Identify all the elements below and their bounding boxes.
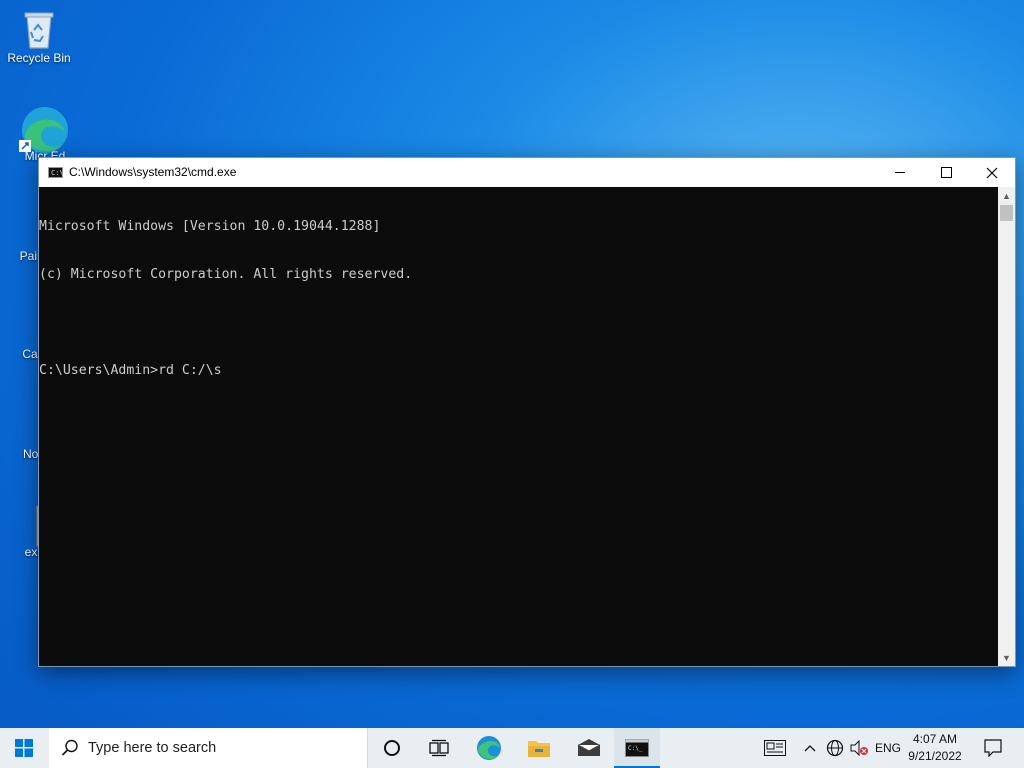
scroll-up-icon[interactable]: ▲ xyxy=(998,187,1015,204)
edge-icon[interactable] xyxy=(466,728,512,768)
cmd-taskbar-icon[interactable]: C:\_ xyxy=(614,728,660,768)
network-icon[interactable] xyxy=(824,728,846,768)
clock-time: 4:07 AM xyxy=(912,732,958,746)
recycle-bin-icon xyxy=(19,8,59,49)
desktop-icon-recycle-bin[interactable]: Recycle Bin xyxy=(0,8,78,65)
start-button[interactable] xyxy=(0,728,48,768)
taskbar: Type here to search C:\_ ENG 4:07 AM 9/2… xyxy=(0,728,1024,768)
notification-icon[interactable] xyxy=(978,728,1008,768)
edge-icon xyxy=(19,106,68,153)
console-line: Microsoft Windows [Version 10.0.19044.12… xyxy=(39,219,381,234)
svg-text:C:\_: C:\_ xyxy=(628,745,643,752)
close-icon xyxy=(986,167,998,178)
news-icon[interactable] xyxy=(760,728,790,768)
mail-icon[interactable] xyxy=(566,728,612,768)
taskbar-search-box[interactable]: Type here to search xyxy=(49,728,368,768)
windows-logo-icon xyxy=(15,739,33,757)
search-placeholder: Type here to search xyxy=(88,740,217,756)
console-output[interactable]: Microsoft Windows [Version 10.0.19044.12… xyxy=(39,187,999,666)
search-icon xyxy=(61,739,78,756)
task-view-icon[interactable] xyxy=(416,728,462,768)
clock-date: 9/21/2022 xyxy=(908,749,962,763)
minimize-button[interactable] xyxy=(877,158,923,187)
taskbar-clock[interactable]: 4:07 AM 9/21/2022 xyxy=(900,731,970,765)
title-bar[interactable]: C:\ C:\Windows\system32\cmd.exe xyxy=(39,158,1015,187)
maximize-icon xyxy=(940,167,952,178)
console-line: (c) Microsoft Corporation. All rights re… xyxy=(39,267,413,282)
desktop-icon-microsoft-edge[interactable]: Micr Ed xyxy=(0,106,78,163)
scrollbar-thumb[interactable] xyxy=(1000,205,1013,221)
vertical-scrollbar[interactable]: ▲ ▼ xyxy=(998,187,1015,666)
scroll-down-icon[interactable]: ▼ xyxy=(998,649,1015,666)
cmd-window[interactable]: C:\ C:\Windows\system32\cmd.exe Microsof… xyxy=(38,157,1016,667)
cortana-icon[interactable] xyxy=(369,728,415,768)
window-title: C:\Windows\system32\cmd.exe xyxy=(69,165,237,179)
cmd-icon: C:\ xyxy=(48,167,64,178)
desktop-icon-label: Recycle Bin xyxy=(7,51,71,65)
volume-muted-icon[interactable] xyxy=(848,728,870,768)
minimize-icon xyxy=(894,172,905,173)
console-input-line[interactable]: C:\Users\Admin>rd C:/\s xyxy=(39,363,999,379)
chevron-up-icon[interactable] xyxy=(800,728,820,768)
close-button[interactable] xyxy=(969,158,1015,187)
maximize-button[interactable] xyxy=(923,158,969,187)
file-explorer-icon[interactable] xyxy=(516,728,562,768)
